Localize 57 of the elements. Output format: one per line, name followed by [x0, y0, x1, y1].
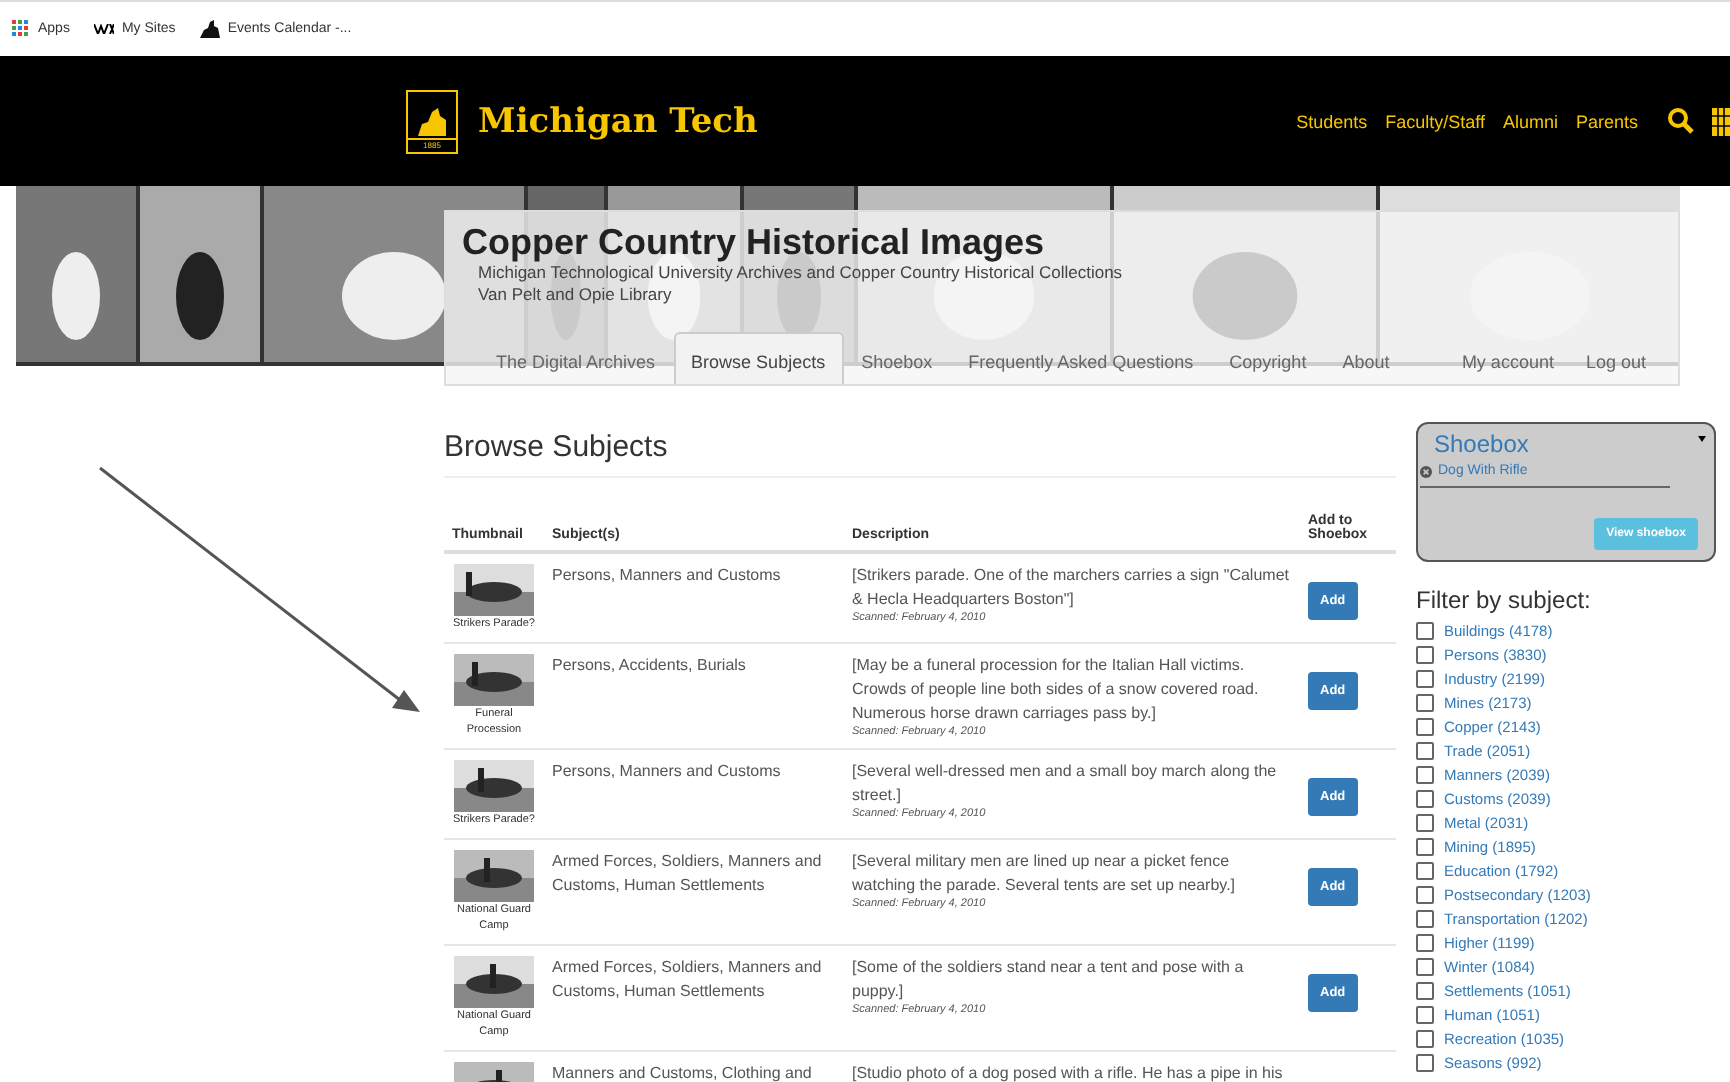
nav-tab[interactable]: Copyright	[1211, 338, 1325, 384]
checkbox[interactable]	[1416, 645, 1434, 663]
checkbox[interactable]	[1416, 693, 1434, 711]
checkbox[interactable]	[1416, 1005, 1434, 1023]
search-icon[interactable]	[1668, 108, 1694, 134]
checkbox[interactable]	[1416, 861, 1434, 879]
logo-text[interactable]: Michigan Tech	[478, 101, 758, 141]
animal-icon	[199, 20, 220, 38]
apps-grid-icon	[12, 20, 30, 38]
nav-link[interactable]: Parents	[1575, 111, 1638, 131]
subjects-cell-text: Persons, Accidents, Burials	[552, 654, 748, 678]
nav-tab[interactable]: The Digital Archives	[478, 338, 674, 384]
description-text: [Several well-dressed men and a small boy march along the street.]	[852, 760, 1279, 808]
filter-title: Filter by subject:	[1416, 586, 1593, 614]
subjects-cell-text: Manners and Customs, Clothing and	[552, 1062, 814, 1082]
checkbox[interactable]	[1416, 621, 1434, 639]
description-text: [May be a funeral procession for the Italian Hall victims. Crowds of people line both sides of a snow covered road. Numerous horse drawn carriages pass by.]	[852, 654, 1261, 726]
checkbox[interactable]	[1416, 957, 1434, 975]
site-subtitle: Michigan Technological University Archives and Copper Country Historical Collections	[476, 262, 1125, 284]
checkbox[interactable]	[1416, 1029, 1434, 1047]
nav-link[interactable]: Faculty/Staff	[1385, 111, 1485, 131]
account-link[interactable]: My account	[1445, 340, 1570, 384]
checkbox[interactable]	[1416, 909, 1434, 927]
nav-tab[interactable]: Browse Subjects	[673, 332, 844, 384]
description-text: [Studio photo of a dog posed with a rifle. He has a pipe in his	[852, 1062, 1285, 1082]
subjects-cell-text: Armed Forces, Soldiers, Manners and Customs, Human Settlements	[552, 850, 824, 898]
nav-link[interactable]: Students	[1296, 111, 1368, 131]
account-link[interactable]: Log out	[1569, 340, 1662, 384]
checkbox[interactable]	[1416, 741, 1434, 759]
nav-link[interactable]: Alumni	[1502, 111, 1558, 131]
library-name: Van Pelt and Opie Library	[476, 284, 674, 306]
checkbox[interactable]	[1416, 789, 1434, 807]
checkbox[interactable]	[1416, 837, 1434, 855]
remove-icon[interactable]	[1420, 465, 1432, 477]
page-heading: Browse Subjects	[444, 430, 1396, 478]
subjects-cell-text: Persons, Manners and Customs	[552, 760, 783, 784]
checkbox[interactable]	[1416, 669, 1434, 687]
shoebox-title: Shoebox	[1434, 430, 1531, 458]
checkbox[interactable]	[1416, 1053, 1434, 1071]
checkbox[interactable]	[1416, 885, 1434, 903]
grid-menu-icon[interactable]	[1712, 107, 1730, 135]
description-text: [Several military men are lined up near a picket fence watching the parade. Several tents are set up nearby.]	[852, 850, 1238, 898]
nav-tab[interactable]: About	[1324, 338, 1408, 384]
subjects-cell-text: Persons, Manners and Customs	[552, 564, 783, 588]
description-text: [Strikers parade. One of the marchers carries a sign "Calumet & Hecla Headquarters Boston"]	[852, 564, 1291, 612]
site-title: Copper Country Historical Images	[462, 222, 1047, 262]
caret-icon[interactable]	[1698, 436, 1706, 442]
checkbox[interactable]	[1416, 813, 1434, 831]
description-text: [Some of the soldiers stand near a tent and pose with a puppy.]	[852, 956, 1246, 1004]
checkbox[interactable]	[1416, 765, 1434, 783]
checkbox[interactable]	[1416, 981, 1434, 999]
nav-tab[interactable]: Frequently Asked Questions	[950, 338, 1212, 384]
nav-tab[interactable]: Shoebox	[843, 338, 951, 384]
wix-icon	[93, 24, 114, 34]
checkbox[interactable]	[1416, 933, 1434, 951]
checkbox[interactable]	[1416, 717, 1434, 735]
subjects-cell-text: Armed Forces, Soldiers, Manners and Customs, Human Settlements	[552, 956, 824, 1004]
